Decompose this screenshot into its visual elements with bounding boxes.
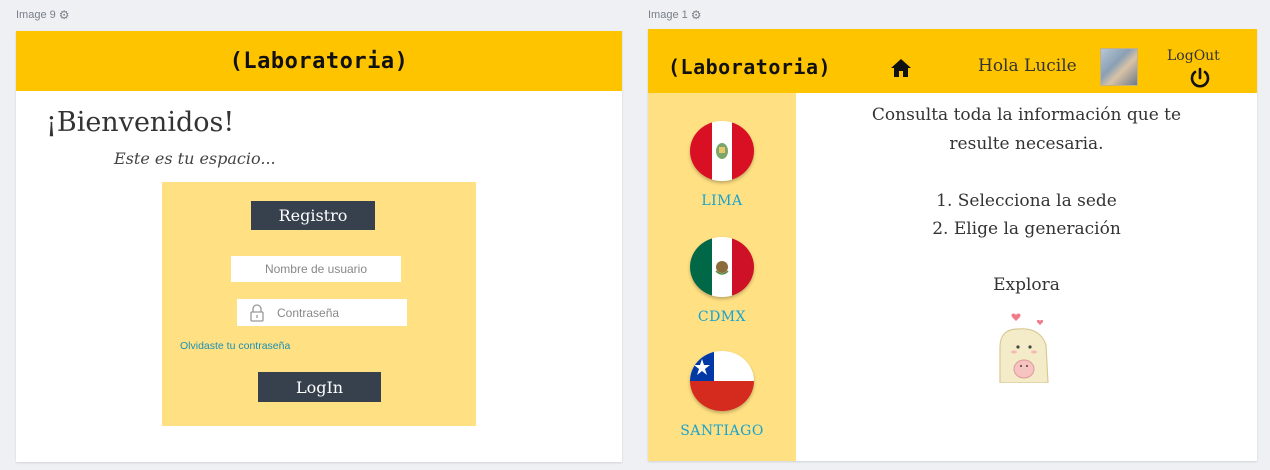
user-greeting: Hola Lucile [978,56,1077,76]
logout-label[interactable]: LogOut [1167,48,1220,64]
explore-heading: Explora [993,275,1060,295]
avatar[interactable] [1100,48,1138,86]
gear-icon[interactable]: ⚙ [691,8,702,22]
mexico-flag-icon[interactable] [690,237,754,297]
password-placeholder: Contraseña [277,305,340,320]
instruction-line: Consulta toda la información que te [871,105,1182,125]
welcome-subtitle: Este es tu espacio... [114,149,276,168]
frame-label-text: Image 9 [16,9,56,21]
password-input[interactable]: Contraseña [237,299,407,326]
login-header: (Laboratoria) [16,31,622,91]
sede-label[interactable]: LIMA [701,193,742,209]
instruction-line: resulte necesaria. [949,134,1104,154]
home-icon[interactable] [890,58,912,78]
frame-label-left: Image 9 ⚙ [16,8,70,22]
sede-label[interactable]: CDMX [698,309,746,325]
sede-sidebar: LIMA CDMX SANTIAGO [648,93,796,461]
sede-item-lima[interactable]: LIMA [648,121,796,209]
login-screen: (Laboratoria) ¡Bienvenidos! Este es tu e… [16,31,622,462]
power-icon[interactable] [1188,67,1212,89]
mascot-illustration [999,313,1049,383]
laboratoria-logo: (Laboratoria) [668,55,832,79]
forgot-password-link[interactable]: Olvidaste tu contraseña [180,340,290,352]
instructions-panel: Consulta toda la información que te resu… [796,93,1257,461]
login-button[interactable]: LogIn [258,372,381,402]
frame-label-text: Image 1 [648,9,688,21]
welcome-heading: ¡Bienvenidos! [46,107,235,138]
lock-icon [250,303,264,322]
username-input[interactable]: Nombre de usuario [231,256,401,282]
dashboard-screen: (Laboratoria) Hola Lucile LogOut LIMA CD… [648,29,1257,461]
step-choose-generation: 2. Elige la generación [932,219,1121,239]
login-form: Registro Nombre de usuario Contraseña Ol… [162,182,476,426]
register-button[interactable]: Registro [251,201,375,230]
chile-flag-icon[interactable] [690,351,754,411]
step-select-sede: 1. Selecciona la sede [936,191,1117,211]
sede-item-cdmx[interactable]: CDMX [648,237,796,325]
sede-label[interactable]: SANTIAGO [680,423,764,439]
peru-flag-icon[interactable] [690,121,754,181]
laboratoria-logo: (Laboratoria) [229,48,409,74]
frame-label-right: Image 1 ⚙ [648,8,702,22]
sede-item-santiago[interactable]: SANTIAGO [648,351,796,439]
dashboard-header: (Laboratoria) Hola Lucile LogOut [648,29,1257,93]
gear-icon[interactable]: ⚙ [59,8,70,22]
